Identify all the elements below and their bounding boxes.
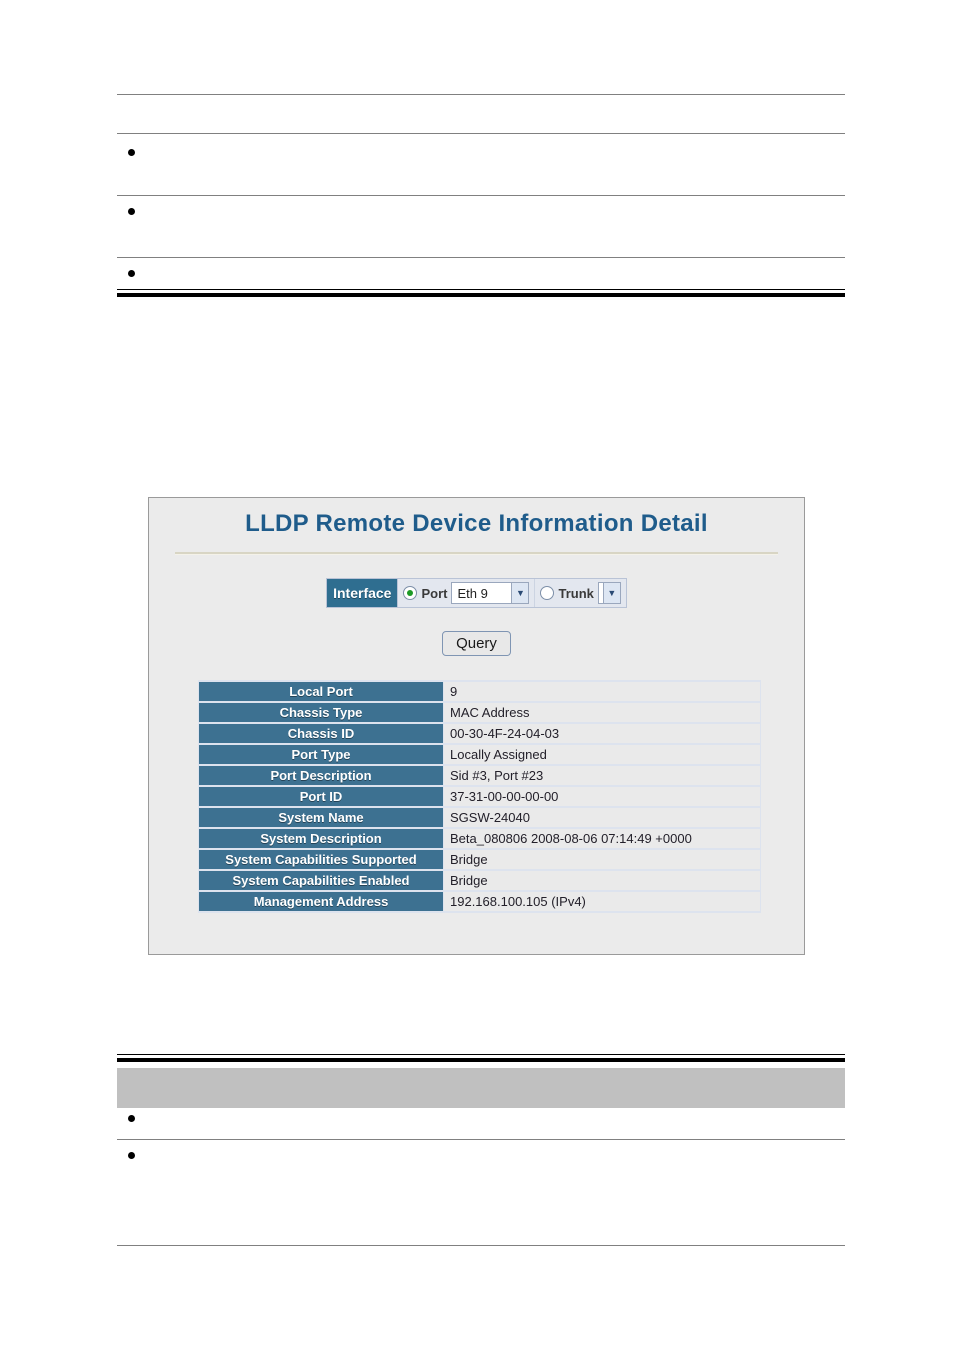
list-bullet (128, 1115, 135, 1122)
port-radio-label[interactable]: Port (421, 586, 447, 601)
remote-device-detail-table: Local Port 9 Chassis Type MAC Address Chassi… (198, 680, 761, 913)
detail-key-cell: Management Address (199, 892, 443, 911)
table-row: Management Address 192.168.100.105 (IPv4) (199, 892, 760, 911)
page-title: LLDP Remote Device Information Detail (245, 510, 708, 537)
table-row: System Capabilities Supported Bridge (199, 850, 760, 869)
detail-value-cell: 37-31-00-00-00-00 (444, 787, 760, 806)
trunk-option-group: Trunk ▼ (535, 579, 625, 607)
table-header-band (117, 1068, 845, 1108)
detail-table-body: Local Port 9 Chassis Type MAC Address Chassi… (199, 682, 760, 911)
port-radio[interactable] (403, 586, 418, 600)
trunk-radio-label[interactable]: Trunk (558, 586, 593, 601)
table-row: Port ID 37-31-00-00-00-00 (199, 787, 760, 806)
table-rule (117, 1139, 845, 1140)
title-separator (175, 552, 778, 555)
port-select-value: Eth 9 (457, 585, 488, 601)
detail-key-cell: Local Port (199, 682, 443, 701)
detail-value-cell: Bridge (444, 871, 760, 890)
detail-key-cell: Port Description (199, 766, 443, 785)
interface-label: Interface (327, 579, 399, 607)
table-bottom-rule (117, 293, 845, 297)
table-rule (117, 1245, 845, 1246)
detail-value-cell: Beta_080806 2008-08-06 07:14:49 +0000 (444, 829, 760, 848)
table-row: System Capabilities Enabled Bridge (199, 871, 760, 890)
detail-value-cell: SGSW-24040 (444, 808, 760, 827)
table-rule (117, 257, 845, 258)
list-bullet (128, 208, 135, 215)
detail-key-cell: System Name (199, 808, 443, 827)
detail-key-cell: Port ID (199, 787, 443, 806)
table-top-rule (117, 1058, 845, 1062)
detail-value-cell: Sid #3, Port #23 (444, 766, 760, 785)
detail-key-cell: Chassis Type (199, 703, 443, 722)
table-rule (117, 94, 845, 95)
table-row: System Description Beta_080806 2008-08-06… (199, 829, 760, 848)
interface-control-group: Interface Port Eth 9 ▼ Trunk ▼ (326, 578, 627, 608)
table-row: Port Description Sid #3, Port #23 (199, 766, 760, 785)
detail-value-cell: MAC Address (444, 703, 760, 722)
query-row: Query (149, 631, 804, 656)
detail-value-cell: 192.168.100.105 (IPv4) (444, 892, 760, 911)
table-row: Port Type Locally Assigned (199, 745, 760, 764)
port-option-group: Port Eth 9 ▼ (398, 579, 536, 607)
chevron-down-icon: ▼ (602, 583, 620, 603)
interface-row: Interface Port Eth 9 ▼ Trunk ▼ (149, 578, 804, 608)
port-select[interactable]: Eth 9 ▼ (451, 582, 530, 604)
list-bullet (128, 270, 135, 277)
table-row: System Name SGSW-24040 (199, 808, 760, 827)
table-row: Chassis ID 00-30-4F-24-04-03 (199, 724, 760, 743)
table-rule (117, 195, 845, 196)
query-button[interactable]: Query (442, 631, 511, 656)
detail-key-cell: Port Type (199, 745, 443, 764)
detail-value-cell: 00-30-4F-24-04-03 (444, 724, 760, 743)
trunk-select[interactable]: ▼ (597, 582, 621, 604)
list-bullet (128, 1152, 135, 1159)
lldp-remote-device-detail-panel: LLDP Remote Device Information Detail In… (148, 497, 805, 955)
chevron-down-icon: ▼ (511, 583, 529, 603)
table-rule (117, 133, 845, 134)
table-row: Chassis Type MAC Address (199, 703, 760, 722)
detail-key-cell: System Capabilities Supported (199, 850, 443, 869)
list-bullet (128, 149, 135, 156)
detail-value-cell: Bridge (444, 850, 760, 869)
trunk-radio[interactable] (540, 586, 555, 600)
detail-value-cell: 9 (444, 682, 760, 701)
detail-key-cell: System Capabilities Enabled (199, 871, 443, 890)
table-row: Local Port 9 (199, 682, 760, 701)
detail-value-cell: Locally Assigned (444, 745, 760, 764)
detail-key-cell: Chassis ID (199, 724, 443, 743)
detail-key-cell: System Description (199, 829, 443, 848)
